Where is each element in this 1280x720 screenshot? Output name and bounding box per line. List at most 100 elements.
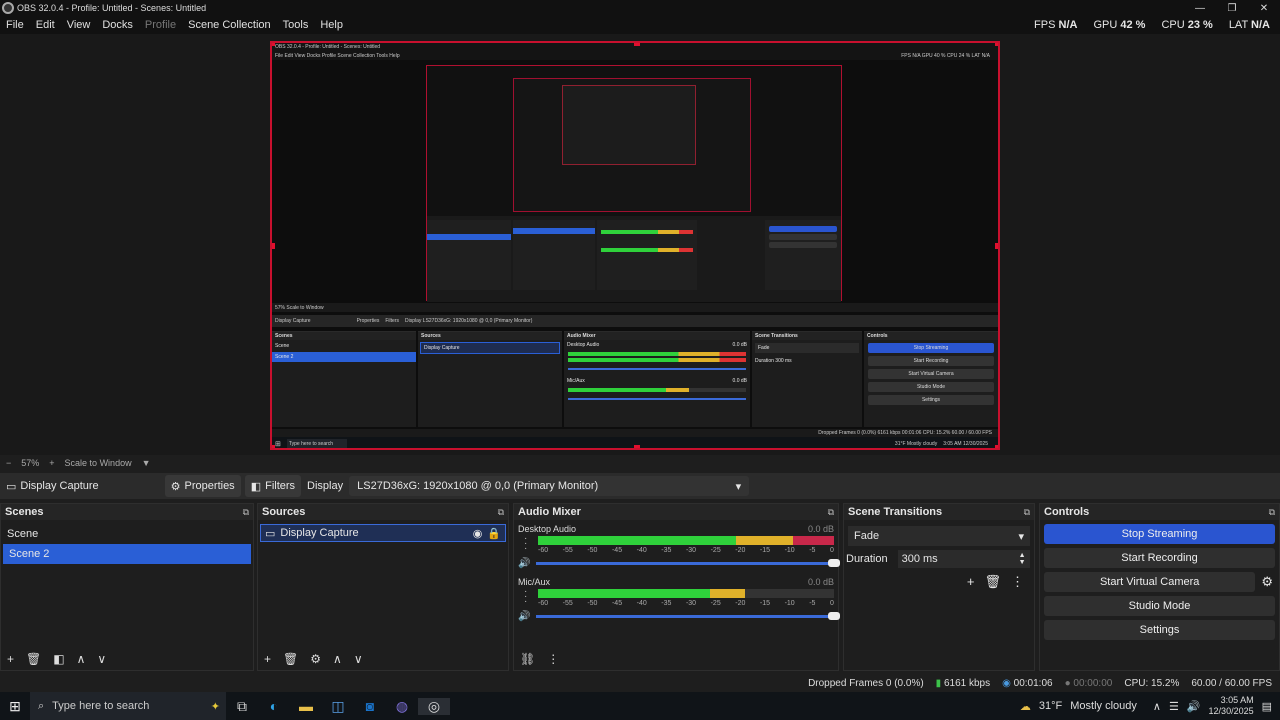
menu-profile[interactable]: Profile xyxy=(139,19,182,31)
menu-tools[interactable]: Tools xyxy=(277,19,315,31)
undock-icon[interactable]: ⧉ xyxy=(1269,507,1275,518)
nested-scale-row: 57% Scale to Window xyxy=(272,303,998,312)
move-down-icon[interactable]: ∨ xyxy=(97,652,106,666)
task-view-icon[interactable]: ⧉ xyxy=(226,698,258,715)
close-icon[interactable]: ✕ xyxy=(1248,3,1280,14)
resize-handle[interactable] xyxy=(634,43,640,46)
add-icon[interactable]: + xyxy=(264,652,271,666)
clock[interactable]: 3:05 AM 12/30/2025 xyxy=(1209,695,1254,717)
gear-icon[interactable]: ⚙ xyxy=(310,652,321,666)
resize-handle[interactable] xyxy=(995,243,998,249)
edge-icon[interactable]: ◐ xyxy=(258,698,290,714)
duration-spinbox[interactable]: 300 ms ▲ ▼ xyxy=(897,550,1030,568)
eye-icon[interactable]: ◉ xyxy=(473,527,483,540)
display-select[interactable]: LS27D36xG: 1920x1080 @ 0,0 (Primary Moni… xyxy=(349,476,750,496)
filters-button[interactable]: ◧ Filters xyxy=(244,475,302,497)
menu-scene-collection[interactable]: Scene Collection xyxy=(182,19,277,31)
stop-streaming-button[interactable]: Stop Streaming xyxy=(1044,524,1275,544)
fps-stat: FPS N/A xyxy=(1034,19,1078,31)
spin-arrows-icon[interactable]: ▲ ▼ xyxy=(1019,552,1026,566)
volume-slider[interactable] xyxy=(536,558,840,567)
scale-mode[interactable]: Scale to Window xyxy=(65,458,132,468)
menu-file[interactable]: File xyxy=(0,19,30,31)
scene-item[interactable]: Scene xyxy=(1,524,253,544)
nested-statusbar: Dropped Frames 0 (0.0%) 6161 kbps 00:01:… xyxy=(272,429,998,437)
audio-mixer-header: Audio Mixer ⧉ xyxy=(514,504,838,520)
move-up-icon[interactable]: ∧ xyxy=(77,652,86,666)
zoom-in-icon[interactable]: + xyxy=(49,458,54,468)
resize-handle[interactable] xyxy=(634,445,640,448)
properties-button[interactable]: ⚙ Properties xyxy=(164,475,241,497)
channel-menu-icon[interactable]: · · · xyxy=(524,587,527,607)
obs-taskbar-icon[interactable]: ◎ xyxy=(418,697,450,715)
bitrate: ▮ 6161 kbps xyxy=(935,677,991,689)
nested-docks xyxy=(427,216,841,302)
scale-dropdown-icon[interactable]: ▼ xyxy=(142,458,151,468)
lock-icon[interactable]: 🔒 xyxy=(487,527,505,540)
add-icon[interactable]: + xyxy=(7,652,14,666)
resize-handle[interactable] xyxy=(272,445,275,448)
gear-icon[interactable]: ⚙ xyxy=(1261,574,1273,590)
controls-header: Controls ⧉ xyxy=(1040,504,1279,520)
menu-help[interactable]: Help xyxy=(314,19,349,31)
zoom-out-icon[interactable]: − xyxy=(6,458,11,468)
latency-stat: LAT N/A xyxy=(1228,19,1270,31)
scenes-header: Scenes ⧉ xyxy=(1,504,253,520)
nested-preview xyxy=(426,65,842,302)
undock-icon[interactable]: ⧉ xyxy=(828,507,834,518)
windows-start-icon[interactable]: ⊞ xyxy=(0,698,30,715)
chevron-down-icon: ▾ xyxy=(1018,530,1024,543)
store-icon[interactable]: ◫ xyxy=(322,698,354,715)
add-icon[interactable]: + xyxy=(967,574,975,590)
menu-edit[interactable]: Edit xyxy=(30,19,61,31)
filter-icon[interactable]: ◧ xyxy=(53,652,64,666)
link-icon[interactable]: ⛓ xyxy=(520,652,535,666)
speaker-icon[interactable]: 🔊 xyxy=(518,558,536,569)
source-item[interactable]: ▭ Display Capture ◉ 🔒 xyxy=(260,524,506,542)
weather-icon: ☁ xyxy=(1019,700,1031,713)
file-explorer-icon[interactable]: ▬ xyxy=(290,698,322,714)
notification-icon[interactable]: ▤ xyxy=(1262,700,1272,713)
preview-scale-bar: − 57% + Scale to Window ▼ xyxy=(0,455,1280,471)
volume-icon[interactable]: 🔊 xyxy=(1187,700,1201,713)
undock-icon[interactable]: ⧉ xyxy=(1024,507,1030,518)
more-options-icon[interactable]: ⋮ xyxy=(547,652,559,666)
resize-handle[interactable] xyxy=(272,243,275,249)
zoom-level: 57% xyxy=(21,458,40,468)
start-virtual-camera-button[interactable]: Start Virtual Camera xyxy=(1044,572,1256,592)
trash-icon[interactable]: 🗑 xyxy=(984,574,1001,590)
transition-select[interactable]: Fade ▾ xyxy=(848,526,1030,546)
channel-menu-icon[interactable]: · · · xyxy=(524,534,527,554)
more-options-icon[interactable]: ⋮ xyxy=(1011,574,1024,590)
trash-icon[interactable]: 🗑 xyxy=(283,652,298,666)
taskbar-search[interactable]: ⌕ Type here to search ✦ xyxy=(30,692,226,720)
undock-icon[interactable]: ⧉ xyxy=(498,507,504,518)
settings-button[interactable]: Settings xyxy=(1044,620,1275,640)
resize-handle[interactable] xyxy=(995,43,998,46)
nested-preview-2 xyxy=(513,78,751,212)
move-down-icon[interactable]: ∨ xyxy=(354,652,363,666)
menu-docks[interactable]: Docks xyxy=(96,19,139,31)
meter-scale: -60 -55 -50 -45 -40 -35 -30 -25 -20 -15 -10 -5 0 xyxy=(538,600,834,607)
trash-icon[interactable]: 🗑 xyxy=(26,652,41,666)
volume-knob[interactable] xyxy=(828,558,840,567)
discord-icon[interactable]: ◍ xyxy=(386,698,418,715)
undock-icon[interactable]: ⧉ xyxy=(243,507,249,518)
outlook-icon[interactable]: ◙ xyxy=(354,698,386,714)
resize-handle[interactable] xyxy=(995,445,998,448)
volume-knob[interactable] xyxy=(828,611,840,620)
scene-item-selected[interactable]: Scene 2 xyxy=(3,544,251,564)
duration-label: Duration xyxy=(846,553,888,565)
menu-view[interactable]: View xyxy=(61,19,97,31)
resize-handle[interactable] xyxy=(272,43,275,46)
volume-slider[interactable] xyxy=(536,611,840,620)
minimize-icon[interactable]: — xyxy=(1184,3,1216,14)
studio-mode-button[interactable]: Studio Mode xyxy=(1044,596,1275,616)
chevron-up-icon[interactable]: ∧ xyxy=(1153,700,1161,713)
move-up-icon[interactable]: ∧ xyxy=(333,652,342,666)
program-preview[interactable]: OBS 32.0.4 - Profile: Untitled - Scenes:… xyxy=(270,41,1000,450)
restore-icon[interactable]: ❐ xyxy=(1216,3,1248,14)
start-recording-button[interactable]: Start Recording xyxy=(1044,548,1275,568)
network-icon[interactable]: ☰ xyxy=(1169,700,1179,713)
speaker-icon[interactable]: 🔊 xyxy=(518,611,536,622)
